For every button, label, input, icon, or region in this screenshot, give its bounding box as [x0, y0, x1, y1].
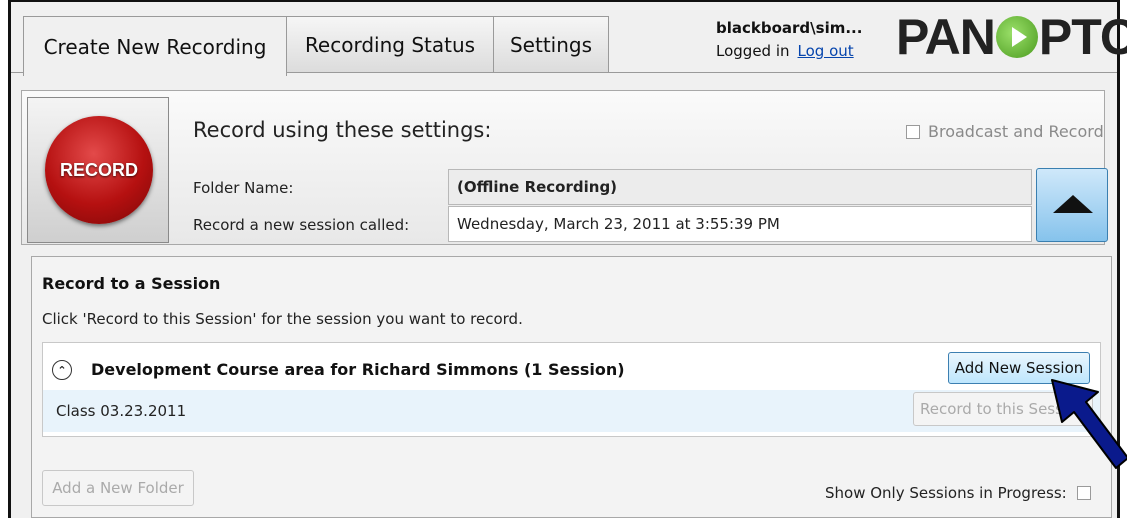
- folder-name-label: Folder Name:: [193, 179, 294, 197]
- tab-settings[interactable]: Settings: [493, 16, 609, 72]
- logout-link[interactable]: Log out: [798, 42, 854, 60]
- broadcast-and-record-option[interactable]: Broadcast and Record: [906, 122, 1104, 141]
- tab-create-new-recording[interactable]: Create New Recording: [23, 16, 287, 76]
- add-new-folder-button[interactable]: Add a New Folder: [42, 470, 194, 506]
- login-status: Logged in Log out: [716, 42, 854, 60]
- broadcast-checkbox[interactable]: [906, 124, 920, 139]
- record-button[interactable]: RECORD: [27, 97, 169, 243]
- triangle-up-icon: [1053, 195, 1093, 213]
- play-icon: [995, 16, 1038, 58]
- show-only-label: Show Only Sessions in Progress:: [825, 484, 1067, 502]
- broadcast-label: Broadcast and Record: [928, 122, 1104, 141]
- show-only-in-progress-option[interactable]: Show Only Sessions in Progress:: [825, 484, 1091, 502]
- folder-name-field: (Offline Recording): [448, 169, 1032, 205]
- panopto-logo: PAN PTO: [896, 8, 1127, 66]
- session-group-title: Development Course area for Richard Simm…: [91, 360, 625, 379]
- record-to-session-instruction: Click 'Record to this Session' for the s…: [42, 310, 523, 328]
- user-name: blackboard\sim...: [716, 19, 863, 37]
- logged-in-text: Logged in: [716, 42, 790, 60]
- logo-text-start: PAN: [896, 9, 996, 65]
- show-only-checkbox[interactable]: [1076, 486, 1091, 500]
- record-to-session-title: Record to a Session: [42, 274, 221, 293]
- collapse-group-icon[interactable]: ⌃: [52, 360, 72, 380]
- session-name-input[interactable]: Wednesday, March 23, 2011 at 3:55:39 PM: [448, 206, 1032, 242]
- record-button-label: RECORD: [59, 159, 138, 180]
- session-item-name: Class 03.23.2011: [56, 402, 187, 420]
- session-name-label: Record a new session called:: [193, 216, 410, 234]
- record-icon: RECORD: [45, 116, 153, 224]
- tab-recording-status[interactable]: Recording Status: [286, 16, 494, 72]
- pointer-arrow-icon: [1051, 379, 1127, 469]
- record-settings-heading: Record using these settings:: [193, 118, 492, 142]
- collapse-button[interactable]: [1036, 168, 1108, 242]
- logo-text-end: PTO: [1038, 9, 1127, 65]
